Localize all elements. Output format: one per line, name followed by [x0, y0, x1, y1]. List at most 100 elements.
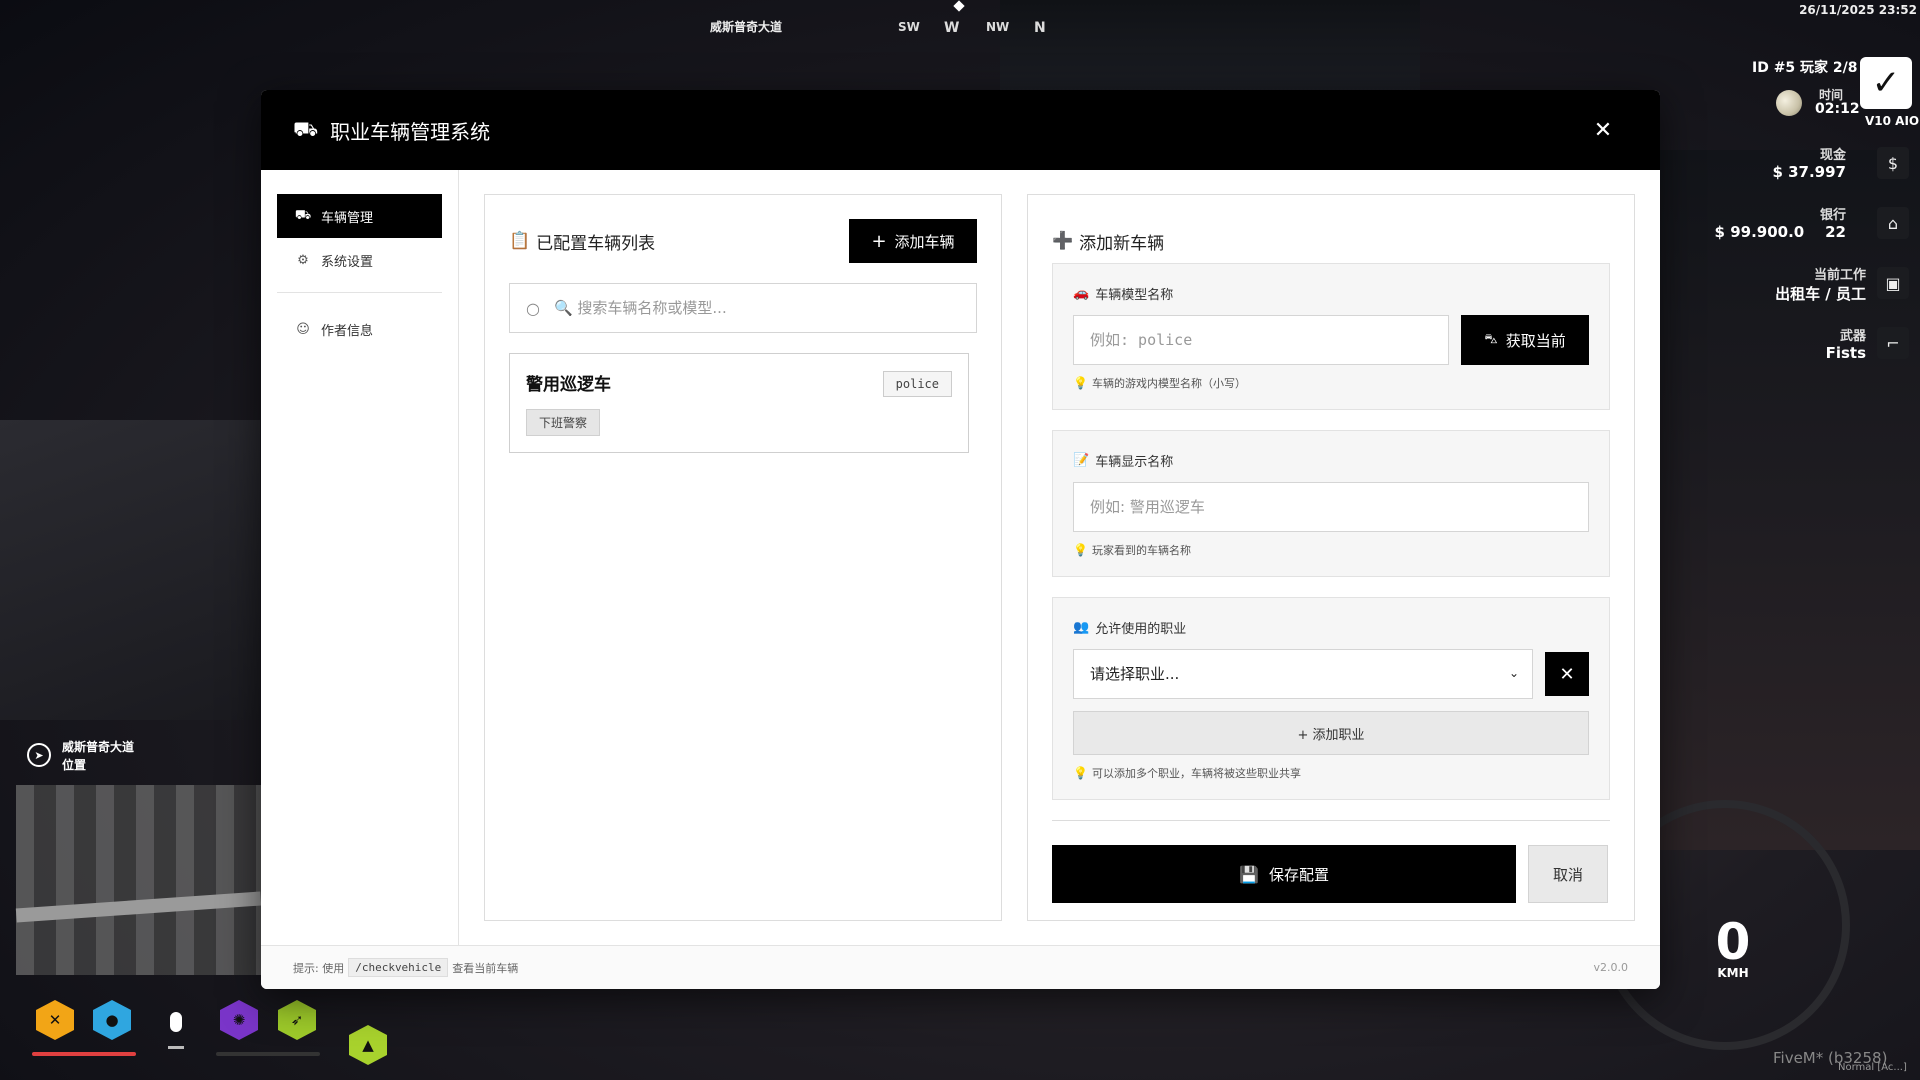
jobs-label-text: 允许使用的职业	[1095, 622, 1187, 637]
user-icon: ☺	[296, 321, 310, 337]
car-icon: 🚗	[1073, 286, 1090, 301]
gun-icon: ⌐	[1877, 327, 1909, 359]
list-title-text: 已配置车辆列表	[536, 233, 656, 254]
truck-icon: ⛟	[294, 207, 312, 223]
footer-hint-prefix: 提示: 使用	[293, 961, 345, 975]
microphone-base	[168, 1046, 184, 1049]
form-title: ➕ 添加新车辆	[1052, 219, 1610, 263]
display-section: 📝 车辆显示名称 💡 玩家看到的车辆名称	[1052, 430, 1610, 577]
background-skyline	[1000, 0, 1420, 95]
search-box[interactable]: ○	[509, 283, 977, 333]
remove-job-button[interactable]: ✕	[1545, 652, 1589, 696]
list-header: 📋 已配置车辆列表 + 添加车辆	[509, 219, 977, 263]
version-label: v2.0.0	[1593, 961, 1629, 974]
location-street: 威斯普奇大道	[62, 740, 135, 754]
form-actions: 💾 保存配置 取消	[1052, 845, 1610, 903]
model-label: 🚗 车辆模型名称	[1073, 284, 1589, 303]
job-select-wrap: 请选择职业... ⌄	[1073, 649, 1533, 699]
microphone-icon	[170, 1012, 182, 1032]
content-area: 📋 已配置车辆列表 + 添加车辆 ○ 警用巡逻车 police 下班警察	[459, 170, 1660, 945]
modal-body: ⛟ 车辆管理 ⚙ 系统设置 ☺ 作者信息 📋 已配置车辆列表 + 添加车辆 ○ …	[261, 170, 1660, 945]
lightbulb-icon: 💡	[1073, 543, 1088, 557]
model-section: 🚗 车辆模型名称 ⛍ 获取当前 💡 车辆的游戏内模型名称（小写）	[1052, 263, 1610, 410]
hud-bank-value: $ 99.900.0 22	[1714, 223, 1846, 241]
model-hint: 💡 车辆的游戏内模型名称（小写）	[1073, 375, 1589, 391]
display-label-text: 车辆显示名称	[1095, 455, 1174, 470]
compass-w: W	[944, 20, 960, 36]
vehicle-list-panel: 📋 已配置车辆列表 + 添加车辆 ○ 警用巡逻车 police 下班警察	[484, 194, 1002, 921]
search-input[interactable]	[553, 299, 976, 317]
car-icon: ⛍	[1484, 331, 1498, 347]
form-title-text: 添加新车辆	[1079, 233, 1165, 254]
hud-weapon-value: Fists	[1825, 344, 1866, 362]
sidebar-item-settings[interactable]: ⚙ 系统设置	[277, 238, 442, 282]
get-current-button[interactable]: ⛍ 获取当前	[1461, 315, 1589, 365]
background-road	[0, 420, 260, 720]
sidebar-divider	[277, 292, 442, 293]
jobs-hint-text: 可以添加多个职业，车辆将被这些职业共享	[1091, 767, 1301, 780]
add-vehicle-panel: ➕ 添加新车辆 🚗 车辆模型名称 ⛍ 获取当前	[1027, 194, 1635, 921]
hud-datetime: 26/11/2025 23:52	[1799, 3, 1917, 17]
sidebar-item-author[interactable]: ☺ 作者信息	[277, 307, 442, 351]
stamina-icon: ➶	[278, 1000, 316, 1040]
add-vehicle-label: 添加车辆	[894, 232, 955, 251]
jobs-label: 👥 允许使用的职业	[1073, 618, 1589, 637]
cancel-button[interactable]: 取消	[1528, 845, 1608, 903]
job-select[interactable]: 请选择职业...	[1073, 649, 1533, 699]
footer-command: /checkvehicle	[348, 958, 449, 977]
search-icon: ○	[526, 298, 540, 318]
display-label: 📝 车辆显示名称	[1073, 451, 1589, 470]
model-input[interactable]	[1073, 315, 1449, 365]
jobs-section: 👥 允许使用的职业 请选择职业... ⌄ ✕ + 添加职业 💡 可以添加多个职业…	[1052, 597, 1610, 800]
speed-value: 0	[1715, 913, 1751, 971]
gear-icon: ⚙	[297, 252, 309, 268]
minimap	[16, 785, 261, 975]
display-name-input[interactable]	[1073, 482, 1589, 532]
display-hint: 💡 玩家看到的车辆名称	[1073, 542, 1589, 558]
get-current-label: 获取当前	[1505, 331, 1566, 350]
hud-weapon-label: 武器	[1839, 329, 1866, 344]
health-bar	[32, 1052, 136, 1056]
hud-job-value: 出租车 / 员工	[1775, 285, 1866, 303]
display-hint-text: 玩家看到的车辆名称	[1091, 544, 1191, 557]
compass-nw: NW	[986, 20, 1010, 34]
compass-sw: SW	[898, 20, 920, 34]
sidebar-item-vehicles[interactable]: ⛟ 车辆管理	[277, 194, 442, 238]
save-label: 保存配置	[1268, 865, 1329, 884]
display-row	[1073, 482, 1589, 532]
location-label: 位置	[62, 758, 87, 772]
moon-icon	[1776, 90, 1802, 116]
hud-job-label: 当前工作	[1813, 268, 1866, 283]
model-label-text: 车辆模型名称	[1095, 288, 1174, 303]
plus-icon: ➕	[1052, 231, 1074, 251]
job-tag: 下班警察	[526, 409, 601, 436]
add-vehicle-button[interactable]: + 添加车辆	[849, 219, 977, 263]
save-button[interactable]: 💾 保存配置	[1052, 845, 1516, 903]
location-arrow-icon: ➤	[27, 743, 51, 767]
thirst-icon: ●	[93, 1000, 131, 1040]
clipboard-icon: 📋	[509, 231, 531, 251]
users-icon: 👥	[1073, 620, 1090, 635]
cash-icon: $	[1877, 147, 1909, 179]
compass-marker-icon	[953, 0, 965, 12]
sidebar-item-label: 作者信息	[321, 323, 374, 339]
bank-icon: ⌂	[1877, 207, 1909, 239]
jobs-hint: 💡 可以添加多个职业，车辆将被这些职业共享	[1073, 765, 1589, 781]
background-city	[1660, 150, 1920, 850]
vehicle-status-icon: ▲	[349, 1025, 387, 1065]
vehicle-model-badge: police	[882, 371, 952, 397]
modal-header: ⛟ 职业车辆管理系统 ✕	[261, 90, 1660, 170]
truck-icon: ⛟	[293, 116, 319, 141]
game-mode: Normal [Ac...]	[1838, 1062, 1907, 1073]
stress-bar	[216, 1052, 320, 1056]
server-logo-icon: ✓	[1860, 57, 1912, 109]
close-button[interactable]: ✕	[1589, 116, 1617, 144]
add-job-button[interactable]: + 添加职业	[1073, 711, 1589, 755]
vehicle-card[interactable]: 警用巡逻车 police 下班警察	[509, 353, 969, 453]
sidebar-item-label: 车辆管理	[321, 210, 374, 226]
plus-icon: +	[871, 230, 887, 252]
hud-id-players: ID #5 玩家 2/8	[1752, 60, 1858, 76]
model-hint-text: 车辆的游戏内模型名称（小写）	[1091, 377, 1246, 390]
save-icon: 💾	[1239, 864, 1259, 884]
hud-cash-value: $ 37.997	[1772, 163, 1846, 181]
